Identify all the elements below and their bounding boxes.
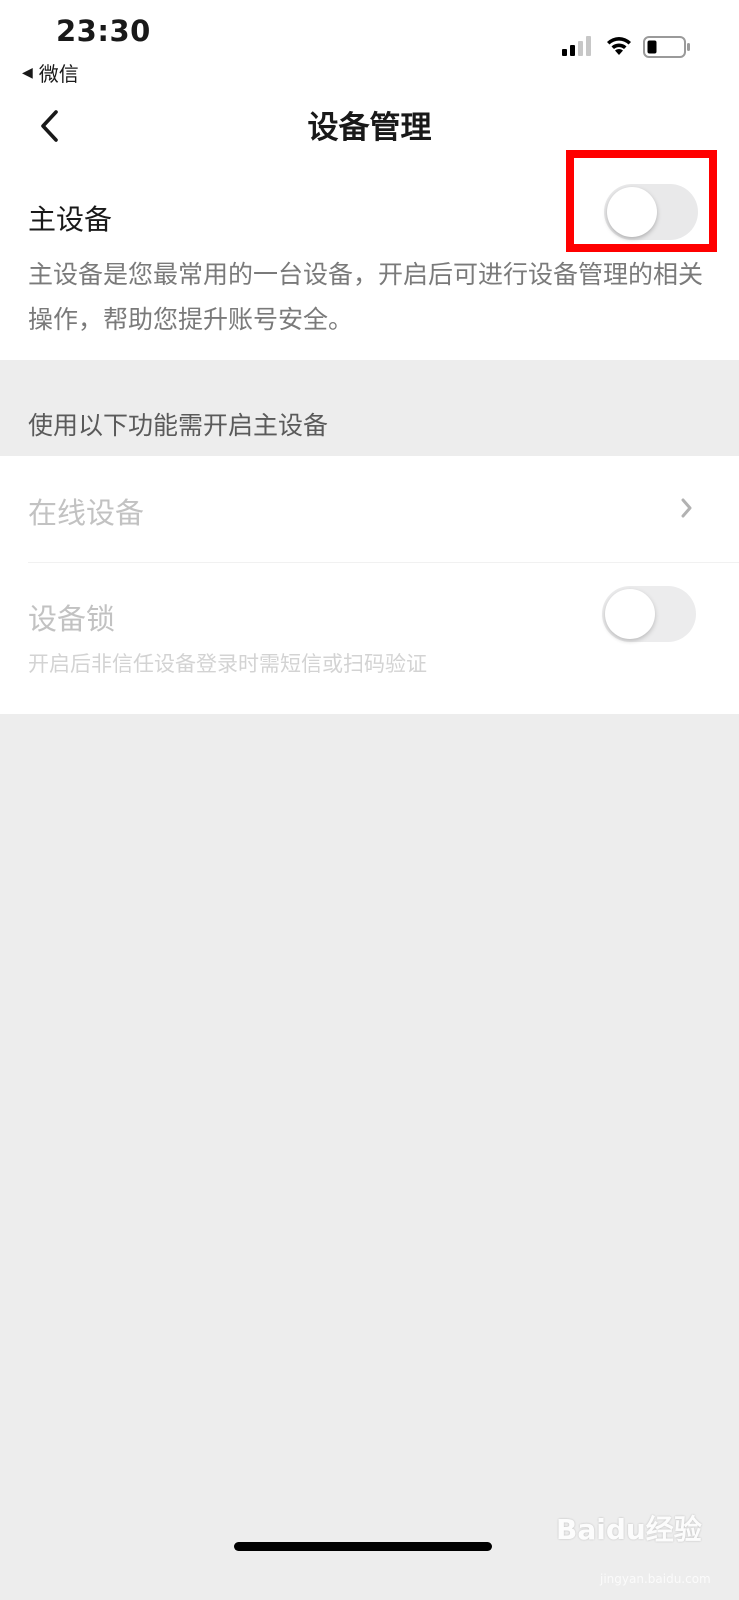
row-divider bbox=[28, 562, 739, 563]
cellular-signal-icon bbox=[562, 36, 591, 56]
online-devices-label: 在线设备 bbox=[28, 496, 145, 530]
status-bar: 23:30 ◀ 微信 bbox=[0, 0, 739, 92]
device-lock-description: 开启后非信任设备登录时需短信或扫码验证 bbox=[28, 652, 427, 676]
toggle-knob bbox=[605, 589, 655, 639]
highlight-annotation-box bbox=[566, 150, 717, 252]
back-to-app-link[interactable]: ◀ 微信 bbox=[22, 58, 79, 87]
features-section-header: 使用以下功能需开启主设备 bbox=[28, 411, 329, 440]
wifi-icon bbox=[607, 37, 631, 55]
back-triangle-icon: ◀ bbox=[22, 64, 33, 81]
battery-icon bbox=[643, 36, 690, 58]
features-section: 在线设备 设备锁 开启后非信任设备登录时需短信或扫码验证 bbox=[0, 456, 739, 714]
device-lock-label: 设备锁 bbox=[28, 602, 116, 636]
device-lock-toggle[interactable] bbox=[602, 586, 696, 642]
baidu-watermark-url: jingyan.baidu.com bbox=[600, 1572, 711, 1586]
primary-device-title: 主设备 bbox=[28, 203, 113, 236]
home-indicator[interactable] bbox=[234, 1542, 492, 1551]
back-app-label: 微信 bbox=[38, 62, 79, 86]
status-time: 23:30 bbox=[56, 14, 151, 48]
baidu-watermark: Baidu经验 bbox=[556, 1513, 702, 1546]
chevron-right-icon bbox=[681, 498, 692, 518]
online-devices-row[interactable]: 在线设备 bbox=[0, 456, 739, 562]
page-title: 设备管理 bbox=[307, 110, 432, 146]
primary-device-description: 主设备是您最常用的一台设备，开启后可进行设备管理的相关操作，帮助您提升账号安全。 bbox=[28, 260, 704, 334]
